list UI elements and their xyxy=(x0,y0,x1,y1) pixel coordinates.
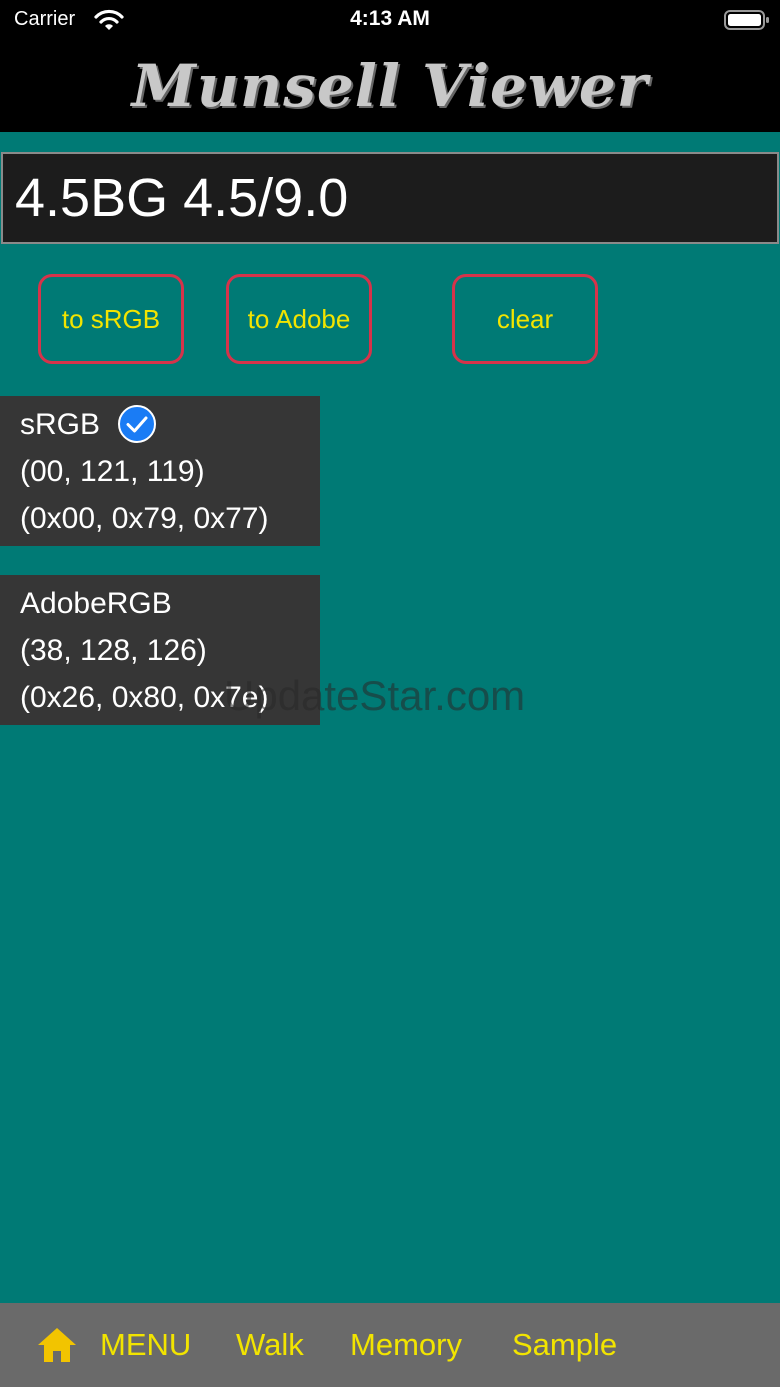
tab-menu[interactable]: MENU xyxy=(100,1327,191,1363)
srgb-hex-value: (0x00, 0x79, 0x77) xyxy=(20,502,269,535)
to-srgb-button[interactable]: to sRGB xyxy=(38,274,184,364)
home-icon[interactable] xyxy=(36,1325,78,1365)
tab-sample[interactable]: Sample xyxy=(512,1327,617,1363)
srgb-decimal-value: (00, 121, 119) xyxy=(20,455,205,488)
adobergb-decimal-value: (38, 128, 126) xyxy=(20,634,207,667)
app-header: Carrier 4:13 AM Munsell Viewer xyxy=(0,0,780,132)
srgb-result-panel[interactable]: sRGB (00, 121, 119) (0x00, 0x79, 0x77) xyxy=(0,396,320,546)
watermark: UpdateStar.com xyxy=(224,672,526,719)
status-bar: Carrier 4:13 AM xyxy=(0,0,780,40)
clear-button[interactable]: clear xyxy=(452,274,598,364)
tab-memory[interactable]: Memory xyxy=(350,1327,462,1363)
bottom-tab-bar: MENU Walk Memory Sample xyxy=(0,1303,780,1387)
app-title: Munsell Viewer xyxy=(131,52,649,120)
battery-icon xyxy=(724,10,769,30)
status-time: 4:13 AM xyxy=(350,7,430,30)
munsell-input[interactable]: 4.5BG 4.5/9.0 xyxy=(1,152,779,244)
to-adobe-button[interactable]: to Adobe xyxy=(226,274,372,364)
checkmark-circle-icon xyxy=(118,405,156,443)
tab-walk[interactable]: Walk xyxy=(236,1327,304,1363)
srgb-label: sRGB xyxy=(20,408,101,441)
adobergb-label: AdobeRGB xyxy=(20,587,172,620)
